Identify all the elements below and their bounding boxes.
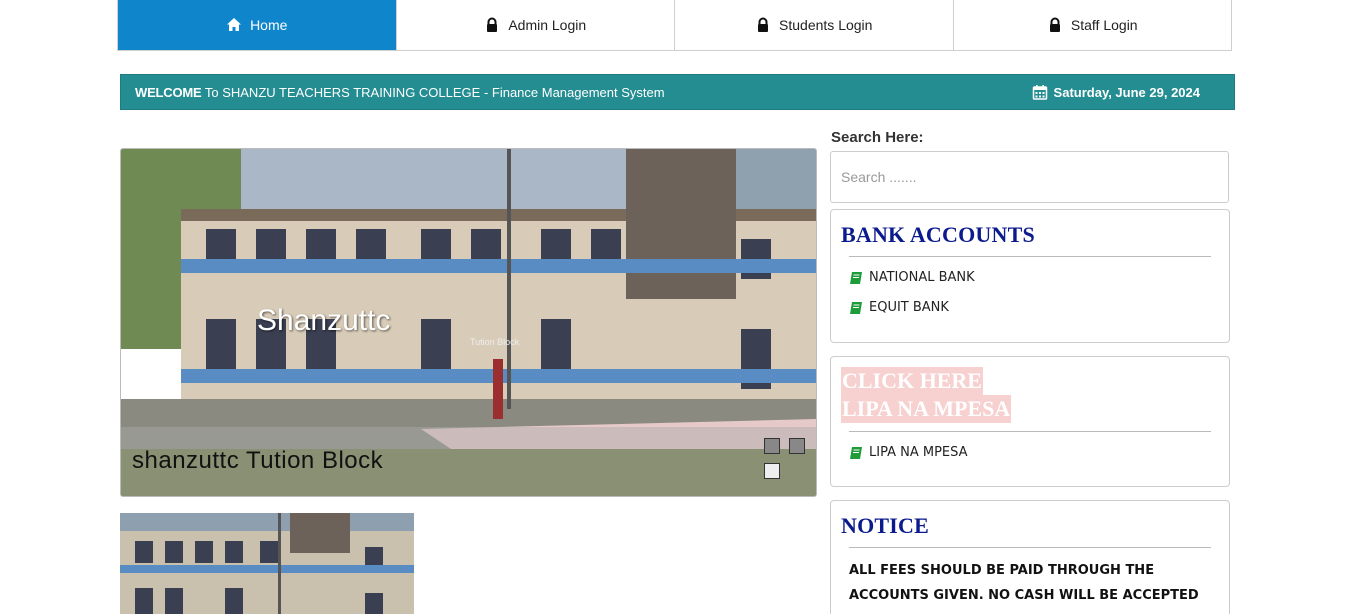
bank-link-national[interactable]: NATIONAL BANK [849,270,1229,285]
slider-dot-1[interactable] [764,438,780,454]
bank-accounts-heading: BANK ACCOUNTS [841,222,1035,247]
search-label: Search Here: [831,129,924,146]
nav-admin-login[interactable]: Admin Login [397,0,675,50]
mpesa-link-label: LIPA NA MPESA [869,445,968,460]
home-icon [227,18,242,31]
notice-text: ALL FEES SHOULD BE PAID THROUGH THE ACCO… [849,563,1199,603]
top-nav: Home Admin Login Students Login Staff Lo… [117,0,1232,51]
lock-icon [1049,17,1060,32]
bank-link-equity[interactable]: EQUIT BANK [849,300,1229,315]
mpesa-heading-line2: LIPA NA MPESA [841,395,1012,423]
bank-link-label: NATIONAL BANK [869,270,975,285]
notice-panel: NOTICE ALL FEES SHOULD BE PAID THROUGH T… [830,500,1230,614]
book-icon [850,271,862,284]
image-slider[interactable]: Shanzuttc Tution Block shanzuttc Tution … [120,148,817,497]
welcome-bar: WELCOME To SHANZU TEACHERS TRAINING COLL… [120,74,1235,110]
bank-accounts-panel: BANK ACCOUNTS NATIONAL BANK EQUIT BANK [830,209,1230,343]
nav-home[interactable]: Home [118,0,397,50]
notice-heading: NOTICE [841,513,929,538]
slide-caption-text: shanzuttc Tution Block [132,447,384,474]
nav-students-login[interactable]: Students Login [675,0,954,50]
welcome-strong: WELCOME [135,84,202,100]
current-date-text: Saturday, June 29, 2024 [1053,84,1200,100]
lock-icon [758,17,769,32]
divider [849,431,1211,432]
current-date: Saturday, June 29, 2024 [1032,84,1200,100]
nav-admin-login-label: Admin Login [508,17,587,33]
divider [849,547,1211,548]
slide-subtitle: Tution Block [470,337,520,347]
slide-caption: shanzuttc Tution Block [121,427,816,496]
slider-dot-2[interactable] [789,438,805,454]
calendar-icon [1032,85,1047,100]
nav-home-label: Home [250,17,288,33]
slider-dot-3[interactable] [764,463,780,479]
book-icon [850,301,862,314]
mpesa-heading-line1: CLICK HERE [841,367,983,395]
divider [849,256,1211,257]
welcome-text: To SHANZU TEACHERS TRAINING COLLEGE - Fi… [201,84,665,100]
page: Home Admin Login Students Login Staff Lo… [0,0,1349,614]
search-input[interactable] [830,151,1229,203]
lock-icon [487,17,498,32]
book-icon [850,446,862,459]
mpesa-heading[interactable]: CLICK HERE LIPA NA MPESA [841,367,1229,423]
slide-title: Shanzuttc [257,304,391,337]
nav-staff-login-label: Staff Login [1070,17,1138,33]
bank-link-label: EQUIT BANK [869,300,949,315]
thumbnail-image [120,513,414,614]
mpesa-panel: CLICK HERE LIPA NA MPESA LIPA NA MPESA [830,356,1230,487]
mpesa-link[interactable]: LIPA NA MPESA [849,445,1229,460]
welcome-message: WELCOME To SHANZU TEACHERS TRAINING COLL… [135,85,665,100]
nav-students-login-label: Students Login [779,17,873,33]
nav-staff-login[interactable]: Staff Login [954,0,1232,50]
